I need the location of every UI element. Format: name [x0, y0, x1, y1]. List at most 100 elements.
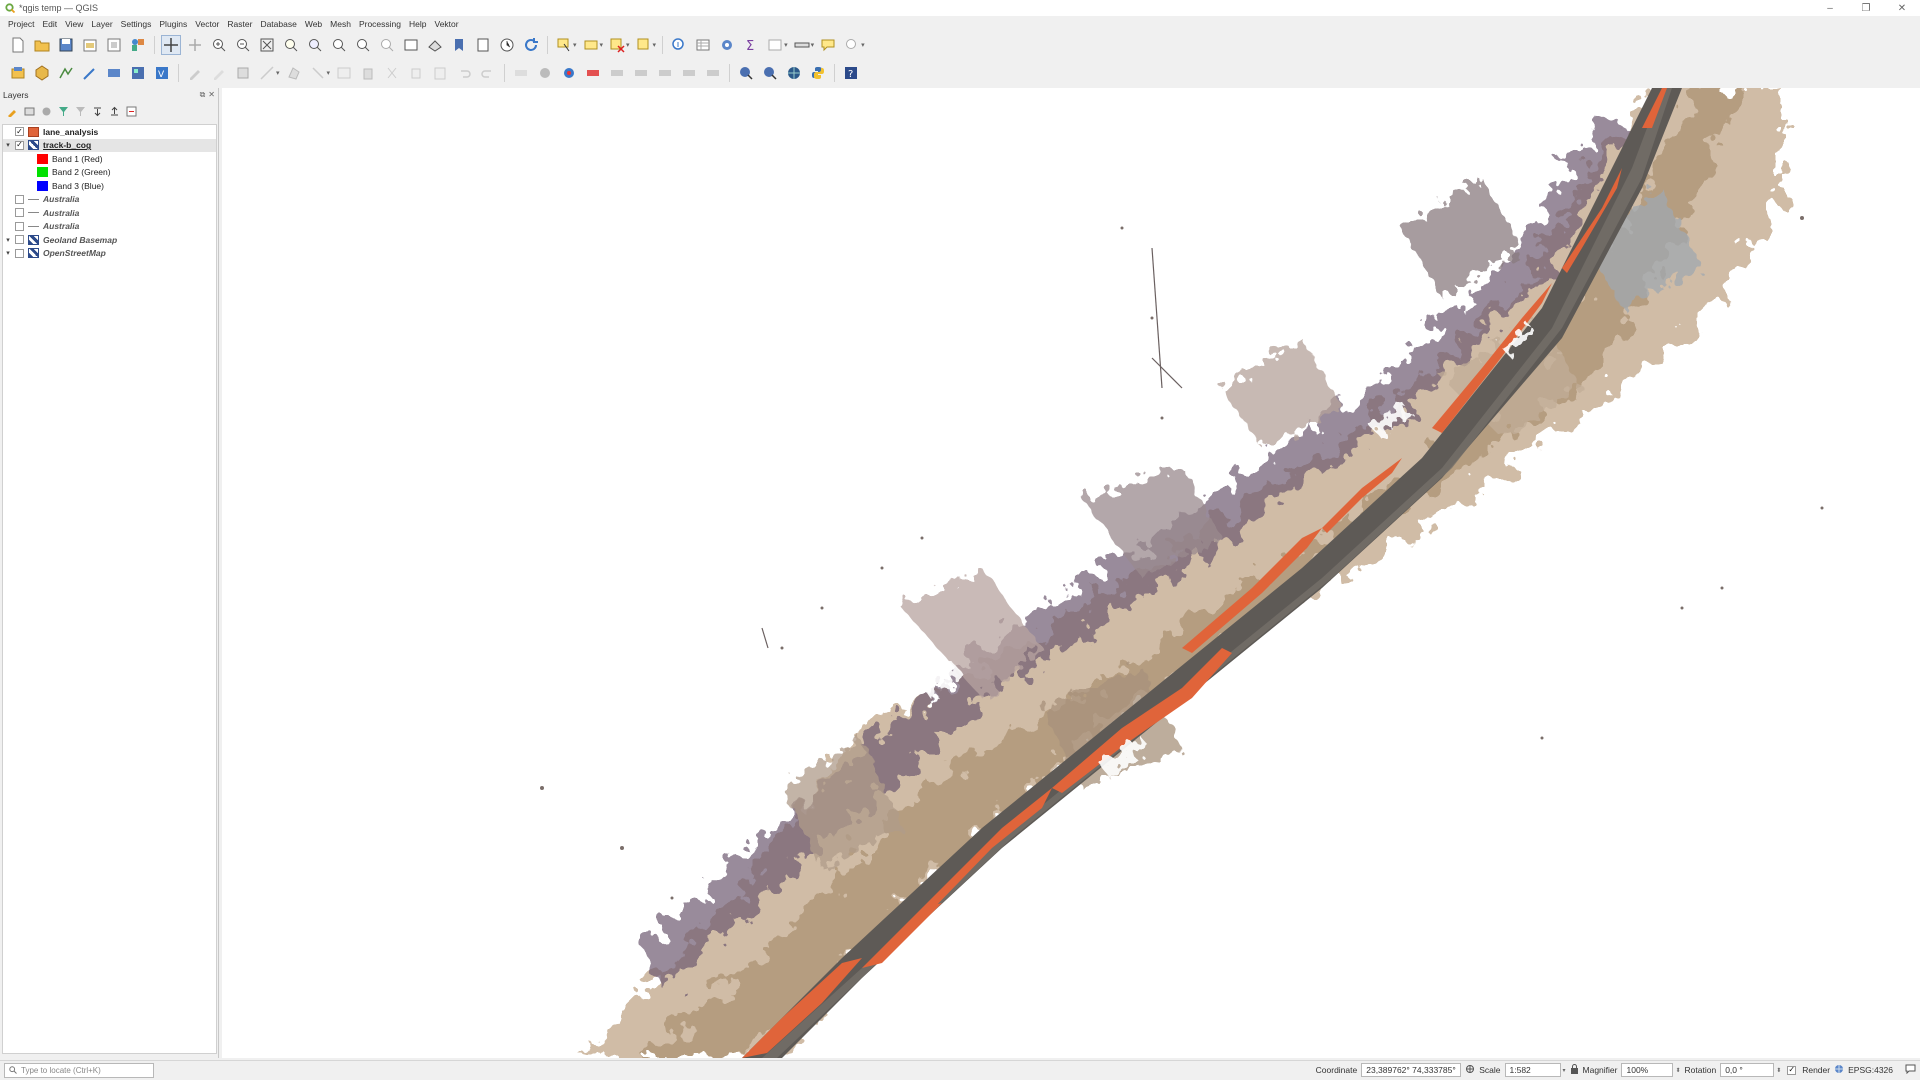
- magnifier-spin-icon[interactable]: ⬍: [1675, 1067, 1680, 1074]
- new-shapefile-icon[interactable]: [56, 63, 76, 83]
- show-bookmarks-icon[interactable]: [473, 35, 493, 55]
- layer-australia-2[interactable]: Australia: [3, 206, 216, 220]
- menu-raster[interactable]: Raster: [227, 19, 252, 29]
- float-panel-icon[interactable]: ⧉: [200, 90, 206, 100]
- add-group-icon[interactable]: [23, 105, 36, 118]
- ogc-search-icon[interactable]: [760, 63, 780, 83]
- crs-label[interactable]: EPSG:4326: [1848, 1065, 1893, 1075]
- menu-vector[interactable]: Vector: [195, 19, 219, 29]
- modify-attributes-icon[interactable]: [334, 63, 354, 83]
- new-map-view-icon[interactable]: [401, 35, 421, 55]
- new-3d-map-icon[interactable]: [425, 35, 445, 55]
- digitize-icon[interactable]: [257, 63, 277, 83]
- move-label-icon[interactable]: [631, 63, 651, 83]
- menu-processing[interactable]: Processing: [359, 19, 401, 29]
- zoom-full-icon[interactable]: [257, 35, 277, 55]
- render-checkbox[interactable]: ✓: [1787, 1065, 1797, 1075]
- scale-field[interactable]: 1:582: [1504, 1063, 1561, 1077]
- zoom-native-icon[interactable]: [329, 35, 349, 55]
- layer-visibility-checkbox[interactable]: [15, 194, 24, 204]
- locate-icon[interactable]: [842, 35, 862, 55]
- menu-web[interactable]: Web: [305, 19, 322, 29]
- new-geopackage-icon[interactable]: [32, 63, 52, 83]
- layer-styling-icon[interactable]: [6, 105, 19, 118]
- locator-search-input[interactable]: Type to locate (Ctrl+K): [4, 1063, 154, 1078]
- layer-australia-1[interactable]: Australia: [3, 193, 216, 207]
- label-properties-icon[interactable]: [703, 63, 723, 83]
- layer-visibility-checkbox[interactable]: [15, 208, 24, 218]
- data-source-manager-icon[interactable]: [8, 63, 28, 83]
- toggle-extents-icon[interactable]: [1465, 1064, 1475, 1076]
- undo-icon[interactable]: [454, 63, 474, 83]
- menu-project[interactable]: Project: [8, 19, 34, 29]
- map-canvas[interactable]: [222, 88, 1920, 1058]
- open-table-icon[interactable]: [765, 35, 785, 55]
- help-icon[interactable]: ?: [841, 63, 861, 83]
- layer-visibility-checkbox[interactable]: [15, 235, 24, 245]
- label-toolbar-icon[interactable]: [511, 63, 531, 83]
- add-vector-icon[interactable]: V: [152, 63, 172, 83]
- layout-manager-icon[interactable]: [104, 35, 124, 55]
- menu-plugins[interactable]: Plugins: [159, 19, 187, 29]
- menu-settings[interactable]: Settings: [121, 19, 152, 29]
- filter-expression-icon[interactable]: [74, 105, 87, 118]
- select-value-icon[interactable]: [581, 35, 601, 55]
- paste-features-icon[interactable]: [430, 63, 450, 83]
- cut-features-icon[interactable]: [382, 63, 402, 83]
- save-edits-icon[interactable]: [233, 63, 253, 83]
- layer-diagram-icon[interactable]: [559, 63, 579, 83]
- print-layout-icon[interactable]: [80, 35, 100, 55]
- filter-legend-icon[interactable]: [57, 105, 70, 118]
- layer-geoland-basemap[interactable]: ▾ Geoland Basemap: [3, 233, 216, 247]
- delete-selected-icon[interactable]: [358, 63, 378, 83]
- restore-button[interactable]: ❐: [1848, 0, 1884, 16]
- rotate-label-icon[interactable]: [655, 63, 675, 83]
- close-panel-icon[interactable]: ✕: [208, 90, 215, 100]
- menu-view[interactable]: View: [65, 19, 83, 29]
- menu-mesh[interactable]: Mesh: [330, 19, 351, 29]
- rotation-field[interactable]: 0,0 °: [1720, 1063, 1775, 1077]
- copy-features-icon[interactable]: [406, 63, 426, 83]
- style-manager-icon[interactable]: [128, 35, 148, 55]
- toggle-editing-icon[interactable]: [185, 63, 205, 83]
- expand-all-icon[interactable]: [91, 105, 104, 118]
- menu-database[interactable]: Database: [260, 19, 296, 29]
- layer-lane-analysis[interactable]: ✓ lane_analysis: [3, 125, 216, 139]
- refresh-icon[interactable]: [521, 35, 541, 55]
- globe-icon[interactable]: [784, 63, 804, 83]
- zoom-layer-icon[interactable]: [305, 35, 325, 55]
- messages-icon[interactable]: [1905, 1064, 1916, 1076]
- add-raster-icon[interactable]: [128, 63, 148, 83]
- menu-layer[interactable]: Layer: [91, 19, 112, 29]
- open-project-icon[interactable]: [32, 35, 52, 55]
- new-project-icon[interactable]: [8, 35, 28, 55]
- layer-openstreetmap[interactable]: ▾ OpenStreetMap: [3, 247, 216, 261]
- change-label-icon[interactable]: [679, 63, 699, 83]
- collapse-arrow-icon[interactable]: ▾: [3, 249, 13, 257]
- pan-to-selection-icon[interactable]: [185, 35, 205, 55]
- layer-visibility-checkbox[interactable]: [15, 221, 24, 231]
- identify-features-icon[interactable]: [669, 35, 689, 55]
- layer-australia-3[interactable]: Australia: [3, 220, 216, 234]
- layer-visibility-checkbox[interactable]: ✓: [15, 127, 24, 137]
- select-features-icon[interactable]: [554, 35, 574, 55]
- label-pin-icon[interactable]: [535, 63, 555, 83]
- lock-scale-icon[interactable]: [1570, 1064, 1579, 1076]
- statistics-icon[interactable]: Σ: [741, 35, 761, 55]
- toolbox-icon[interactable]: [717, 35, 737, 55]
- temporal-controller-icon[interactable]: [497, 35, 517, 55]
- save-project-icon[interactable]: [56, 35, 76, 55]
- zoom-next-icon[interactable]: [377, 35, 397, 55]
- bookmark-icon[interactable]: [449, 35, 469, 55]
- layer-visibility-checkbox[interactable]: ✓: [15, 140, 24, 150]
- coordinate-field[interactable]: 23,389762° 74,333785°: [1361, 1063, 1462, 1077]
- scale-dropdown-icon[interactable]: ▾: [1563, 1067, 1566, 1074]
- new-spatialite-icon[interactable]: [80, 63, 100, 83]
- minimize-button[interactable]: –: [1812, 0, 1848, 16]
- redo-icon[interactable]: [478, 63, 498, 83]
- attribute-table-icon[interactable]: [693, 35, 713, 55]
- add-polygon-icon[interactable]: [284, 63, 304, 83]
- select-location-icon[interactable]: [634, 35, 654, 55]
- layer-track-b-cog[interactable]: ▾ ✓ track-b_cog: [3, 138, 216, 152]
- metasearch-icon[interactable]: [736, 63, 756, 83]
